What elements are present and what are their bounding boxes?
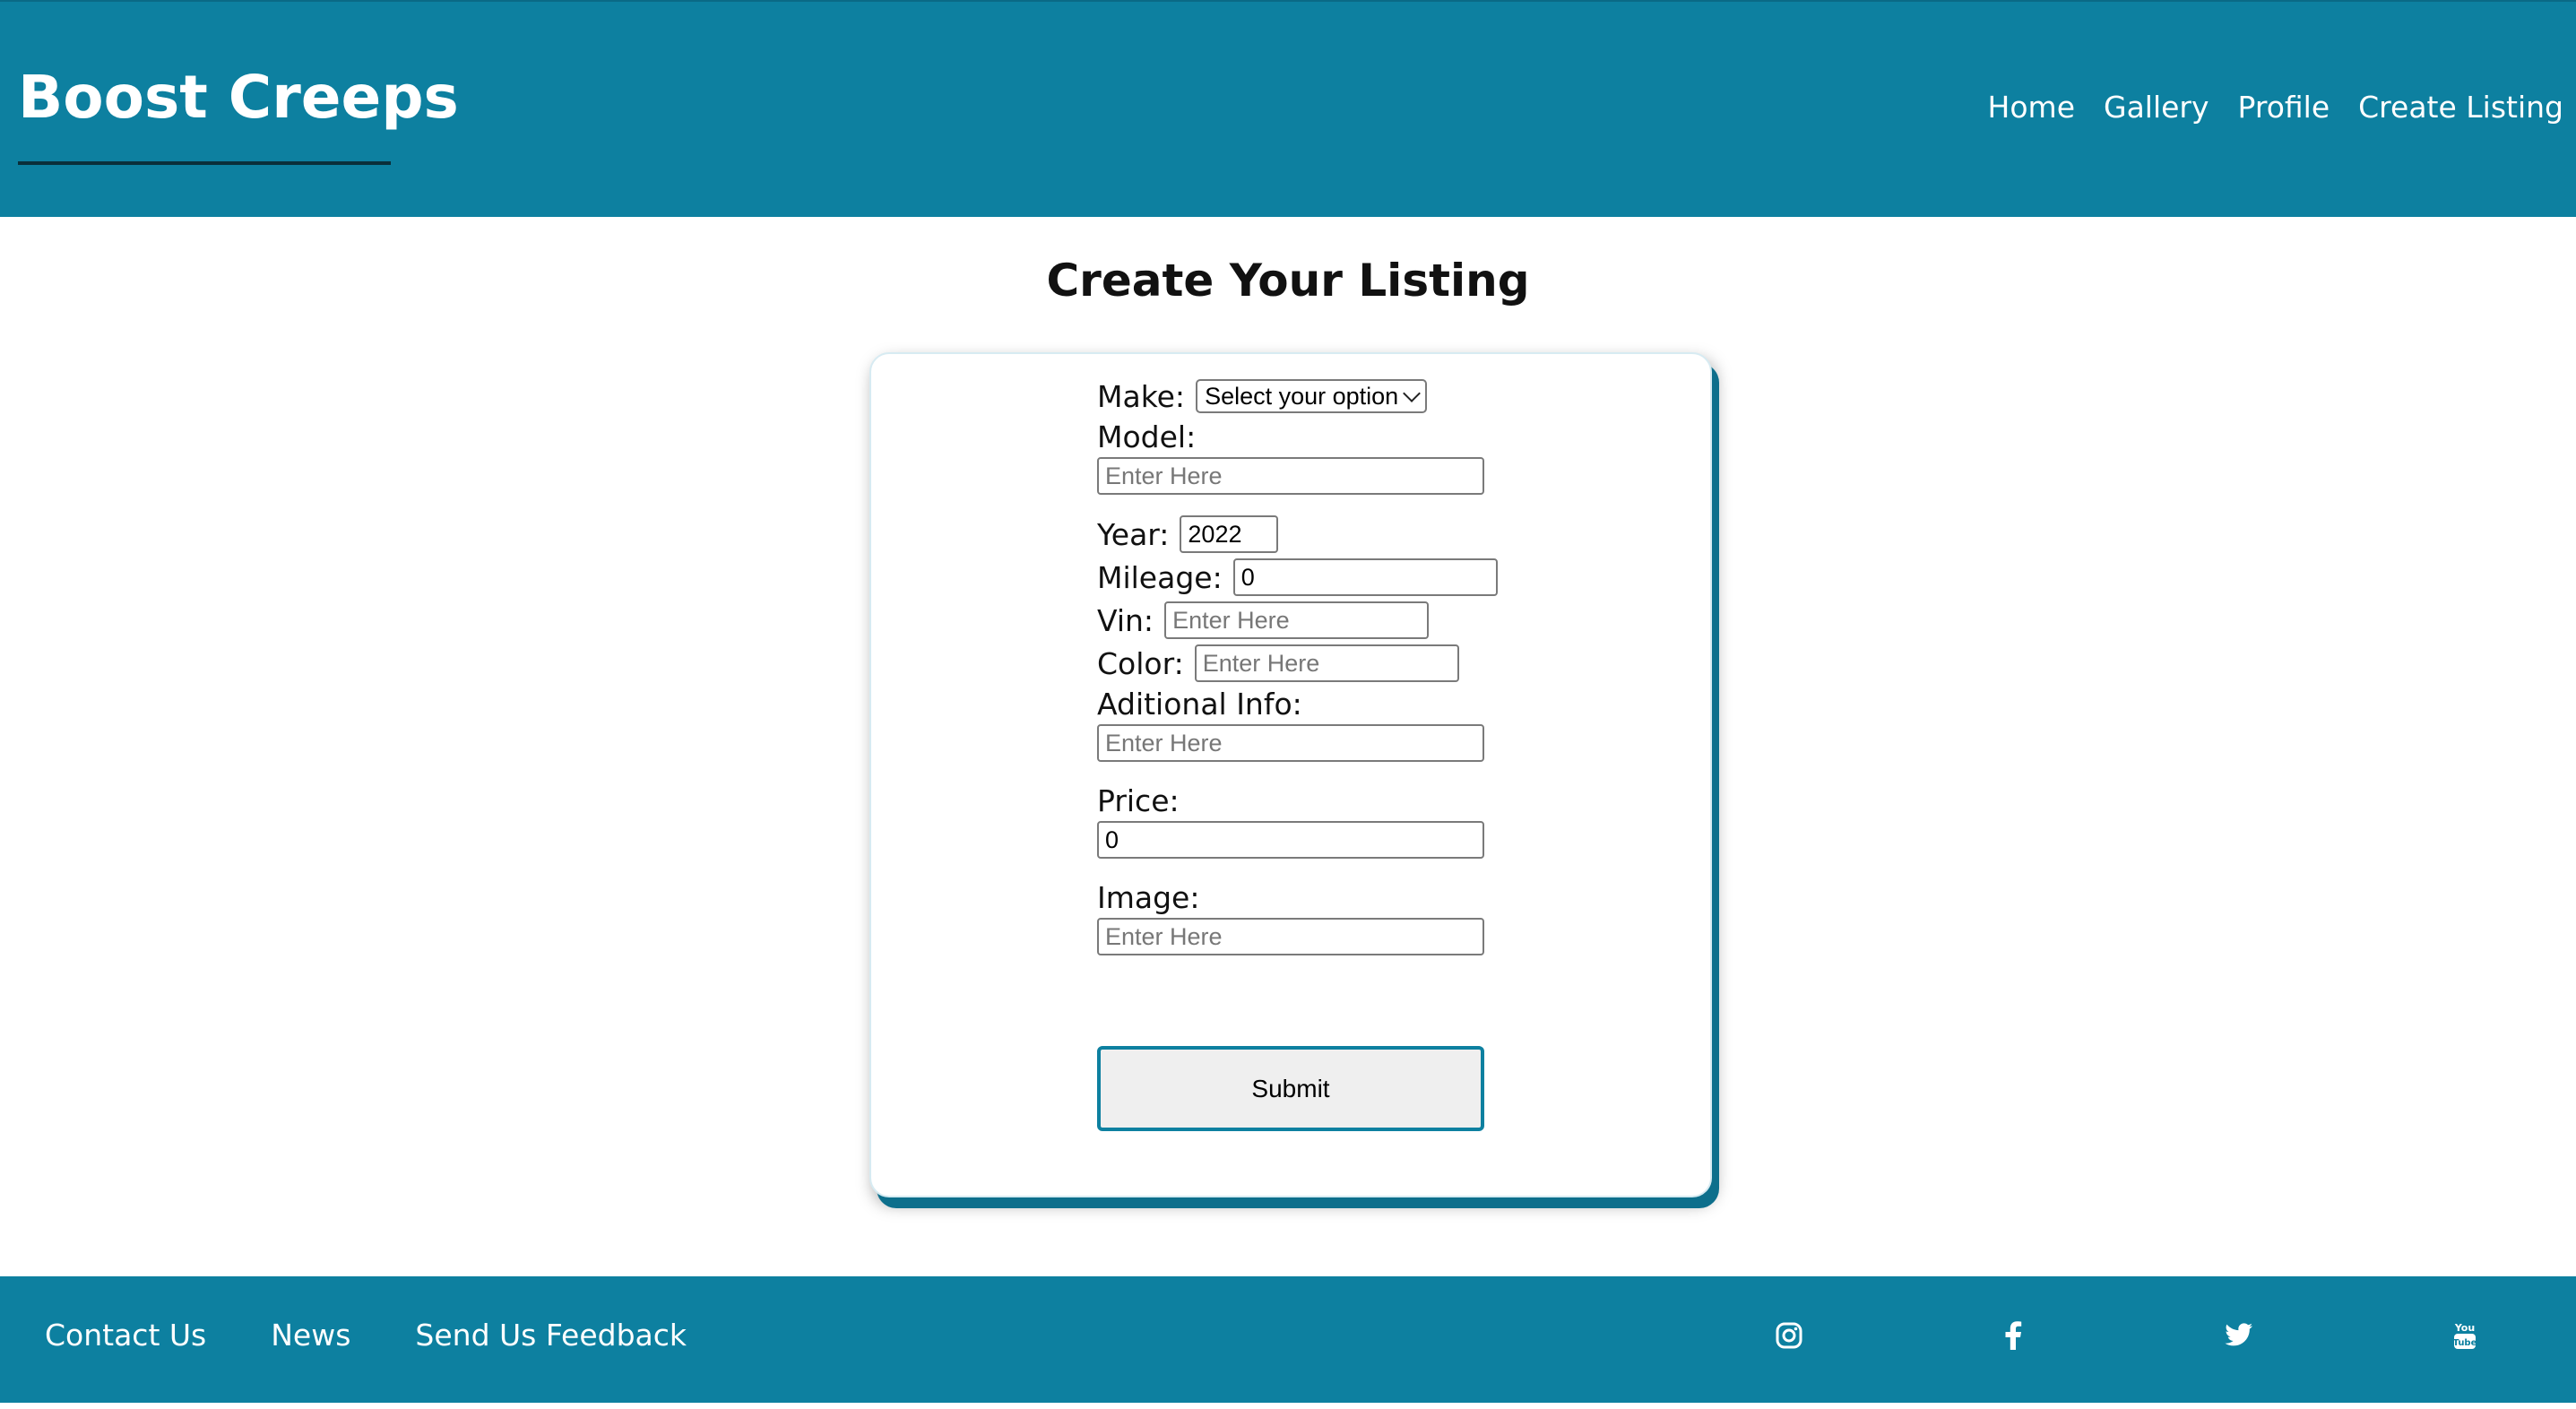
nav-home[interactable]: Home [1988,90,2075,125]
chevron-down-icon [1403,385,1422,402]
footer-links: Contact Us News Send Us Feedback [45,1318,687,1353]
footer-link-contact-us[interactable]: Contact Us [45,1318,206,1353]
page-title: Create Your Listing [1046,255,1530,307]
price-label: Price: [1097,783,1180,818]
additional-info-label: Aditional Info: [1097,687,1302,722]
image-label: Image: [1097,880,1200,915]
brand-underline [18,161,391,165]
model-row: Model: Enter Here [1097,418,1545,495]
mileage-row: Mileage: 0 [1097,556,1545,599]
make-label: Make: [1097,378,1186,414]
nav-profile[interactable]: Profile [2238,90,2330,125]
make-selected-value: Select your option [1205,382,1399,410]
make-row: Make: Select your option [1097,375,1545,418]
nav-create-listing[interactable]: Create Listing [2358,90,2563,125]
vin-row: Vin: Enter Here [1097,599,1545,642]
site-footer: Contact Us News Send Us Feedback You Tub… [0,1276,2576,1403]
vin-input[interactable]: Enter Here [1164,601,1430,639]
submit-button[interactable]: Submit [1097,1046,1484,1131]
youtube-icon[interactable]: You Tube [2445,1316,2485,1355]
vin-label: Vin: [1097,602,1154,638]
nav-gallery[interactable]: Gallery [2104,90,2209,125]
model-input[interactable]: Enter Here [1097,457,1484,495]
image-input[interactable]: Enter Here [1097,918,1484,955]
facebook-icon[interactable] [1993,1316,2033,1355]
color-label: Color: [1097,645,1184,681]
main-nav: Home Gallery Profile Create Listing [1988,90,2563,125]
year-row: Year: 2022 [1097,513,1545,556]
mileage-label: Mileage: [1097,559,1223,595]
additional-info-row: Aditional Info: Enter Here [1097,685,1545,762]
twitter-icon[interactable] [2219,1316,2259,1355]
brand-logo[interactable]: Boost Creeps [18,63,459,132]
site-header: Boost Creeps Home Gallery Profile Create… [0,0,2576,217]
model-label: Model: [1097,419,1197,454]
instagram-icon[interactable] [1769,1316,1809,1355]
svg-text:You: You [2454,1322,2475,1334]
price-row: Price: 0 [1097,782,1545,859]
make-select[interactable]: Select your option [1196,379,1428,413]
image-row: Image: Enter Here [1097,878,1545,955]
color-row: Color: Enter Here [1097,642,1545,685]
mileage-input[interactable]: 0 [1232,558,1498,596]
color-input[interactable]: Enter Here [1194,644,1459,682]
year-label: Year: [1097,516,1170,552]
footer-link-send-feedback[interactable]: Send Us Feedback [415,1318,687,1353]
price-input[interactable]: 0 [1097,821,1484,859]
listing-form: Make: Select your option Model: Enter He… [1097,375,1545,955]
year-input[interactable]: 2022 [1180,515,1279,553]
svg-text:Tube: Tube [2453,1338,2477,1348]
footer-link-news[interactable]: News [271,1318,350,1353]
additional-info-input[interactable]: Enter Here [1097,724,1484,762]
